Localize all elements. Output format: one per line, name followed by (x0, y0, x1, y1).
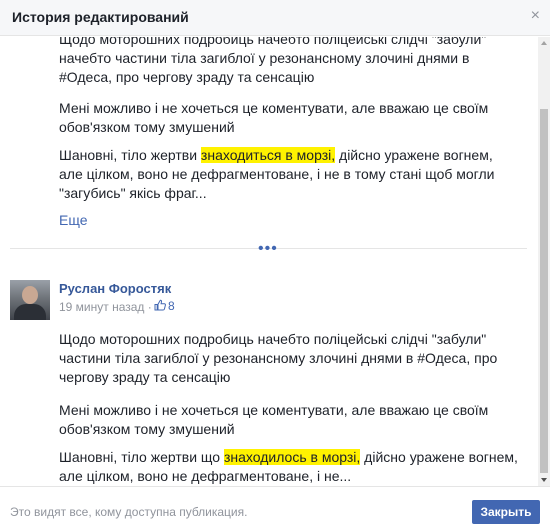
prev-revision-paragraph-1: Щодо моторошних подробиць начебто поліце… (59, 37, 487, 85)
scroll-down-arrow-icon[interactable] (538, 474, 550, 486)
prev-revision-paragraph-3: Шановні, тіло жертви знаходиться в морзі… (59, 147, 495, 201)
dialog-footer: Это видят все, кому доступна публикация.… (0, 486, 550, 532)
dialog-title: История редактирований (12, 9, 189, 25)
revision-paragraph-1: Щодо моторошних подробиць начебто поліце… (59, 331, 498, 385)
dialog-header: История редактирований × (0, 0, 550, 36)
scrollbar-thumb[interactable] (540, 109, 548, 473)
revision-paragraph-3: Шановні, тіло жертви що знаходилось в мо… (59, 449, 518, 484)
highlighted-change: знаходилось в морзі, (223, 449, 361, 465)
revision-paragraph-2: Мені можливо і не хочеться це коментуват… (59, 402, 489, 437)
close-button[interactable]: Закрыть (472, 500, 540, 524)
like-icon[interactable] (154, 299, 166, 311)
audience-info: Это видят все, кому доступна публикация. (10, 505, 248, 519)
author-name[interactable]: Руслан Форостяк (59, 281, 171, 296)
see-more-link[interactable]: Еще (59, 212, 88, 228)
scrollbar[interactable] (538, 37, 550, 486)
like-count[interactable]: 8 (168, 299, 175, 313)
scroll-up-arrow-icon[interactable] (538, 37, 550, 49)
avatar[interactable] (10, 280, 50, 320)
post-timestamp[interactable]: 19 минут назад · (59, 300, 152, 314)
close-icon[interactable]: × (531, 8, 540, 24)
more-dots-icon[interactable]: ••• (258, 241, 278, 257)
highlighted-change: знаходиться в морзі, (200, 147, 336, 163)
revision-history-list[interactable]: Щодо моторошних подробиць начебто поліце… (0, 37, 537, 486)
prev-revision-paragraph-2: Мені можливо і не хочеться це коментуват… (59, 100, 489, 135)
